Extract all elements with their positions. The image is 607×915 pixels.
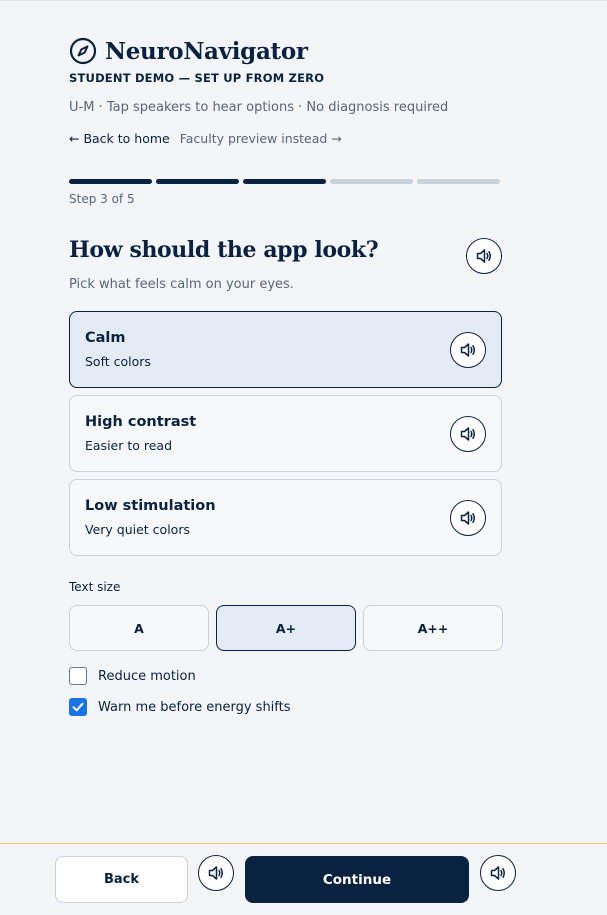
option-title: High contrast xyxy=(85,414,197,430)
back-to-home-link[interactable]: ← Back to home xyxy=(69,131,170,146)
nav-links: ← Back to home Faculty preview instead → xyxy=(69,131,342,146)
option-speaker-button[interactable] xyxy=(450,332,486,368)
back-speaker-button[interactable] xyxy=(198,855,234,891)
checkbox-label: Reduce motion xyxy=(98,668,196,684)
compass-icon xyxy=(69,37,97,65)
faculty-preview-link[interactable]: Faculty preview instead → xyxy=(180,131,342,146)
option-desc: Easier to read xyxy=(85,438,173,453)
text-size-a-plus[interactable]: A+ xyxy=(216,605,356,651)
progress-segment xyxy=(156,179,239,184)
page-subtitle: STUDENT DEMO — SET UP FROM ZERO xyxy=(69,71,325,85)
speaker-icon xyxy=(476,249,491,263)
speaker-icon xyxy=(460,343,475,357)
text-size-label: Text size xyxy=(69,580,121,594)
text-size-group: A A+ A++ xyxy=(69,605,503,651)
option-title: Low stimulation xyxy=(85,498,216,514)
speaker-icon xyxy=(208,866,223,880)
step-indicator: Step 3 of 5 xyxy=(69,192,135,206)
option-high-contrast[interactable]: High contrast Easier to read xyxy=(69,395,502,472)
option-title: Calm xyxy=(85,330,126,346)
option-speaker-button[interactable] xyxy=(450,500,486,536)
speaker-icon xyxy=(490,866,505,880)
question-speaker-button[interactable] xyxy=(466,238,502,274)
progress-segment xyxy=(243,179,326,184)
text-size-a[interactable]: A xyxy=(69,605,209,651)
question-title: How should the app look? xyxy=(69,237,379,263)
reduce-motion-checkbox[interactable]: Reduce motion xyxy=(69,667,196,685)
progress-bar xyxy=(69,179,500,184)
speaker-icon xyxy=(460,427,475,441)
progress-segment xyxy=(69,179,152,184)
continue-speaker-button[interactable] xyxy=(480,855,516,891)
question-lead: Pick what feels calm on your eyes. xyxy=(69,277,294,292)
option-speaker-button[interactable] xyxy=(450,416,486,452)
meta-info: U-M · Tap speakers to hear options · No … xyxy=(69,100,449,115)
continue-button[interactable]: Continue xyxy=(245,856,469,903)
brand-name: NeuroNavigator xyxy=(105,37,308,65)
speaker-icon xyxy=(460,511,475,525)
option-desc: Very quiet colors xyxy=(85,522,190,537)
back-button[interactable]: Back xyxy=(55,856,188,903)
checkbox-box[interactable] xyxy=(69,698,87,716)
option-calm[interactable]: Calm Soft colors xyxy=(69,311,502,388)
option-desc: Soft colors xyxy=(85,354,151,369)
progress-segment xyxy=(330,179,413,184)
checkbox-box[interactable] xyxy=(69,667,87,685)
checkmark-icon xyxy=(72,702,84,712)
checkbox-label: Warn me before energy shifts xyxy=(98,699,291,715)
warn-energy-shifts-checkbox[interactable]: Warn me before energy shifts xyxy=(69,698,291,716)
option-low-stimulation[interactable]: Low stimulation Very quiet colors xyxy=(69,479,502,556)
onboarding-page: NeuroNavigator STUDENT DEMO — SET UP FRO… xyxy=(0,0,607,915)
progress-segment xyxy=(417,179,500,184)
text-size-a-plus-plus[interactable]: A++ xyxy=(363,605,503,651)
footer-bar: Back Continue xyxy=(0,843,607,915)
brand: NeuroNavigator xyxy=(69,37,308,65)
